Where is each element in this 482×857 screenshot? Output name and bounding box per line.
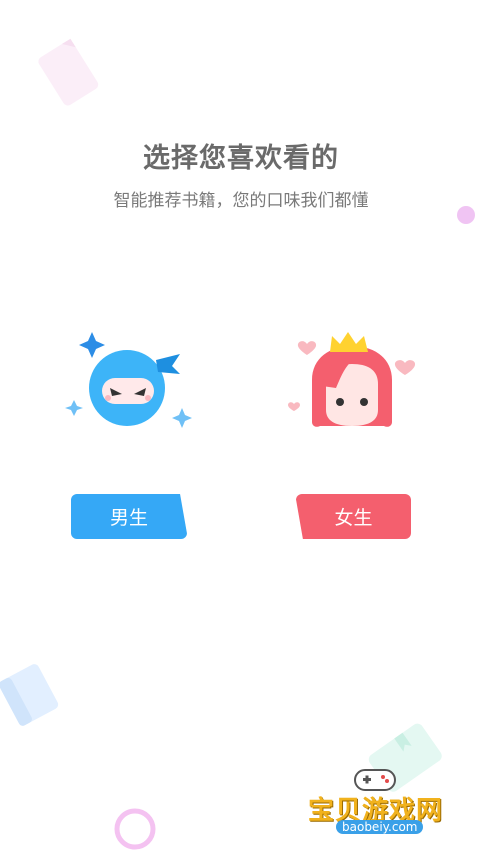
page-subtitle: 智能推荐书籍，您的口味我们都懂	[113, 191, 369, 211]
page-title: 选择您喜欢看的	[143, 143, 339, 174]
princess-girl-icon[interactable]	[284, 330, 424, 432]
watermark-logo: 宝贝游戏网 baobeiy.com	[300, 760, 452, 852]
female-button[interactable]: 女生	[296, 494, 411, 539]
pink-ring-decoration	[114, 808, 156, 850]
male-button[interactable]: 男生	[71, 494, 187, 539]
pink-ticket-decoration	[38, 38, 99, 106]
blue-book-decoration	[0, 664, 59, 726]
watermark-url: baobeiy.com	[336, 820, 424, 834]
ninja-boy-icon[interactable]	[64, 328, 194, 432]
